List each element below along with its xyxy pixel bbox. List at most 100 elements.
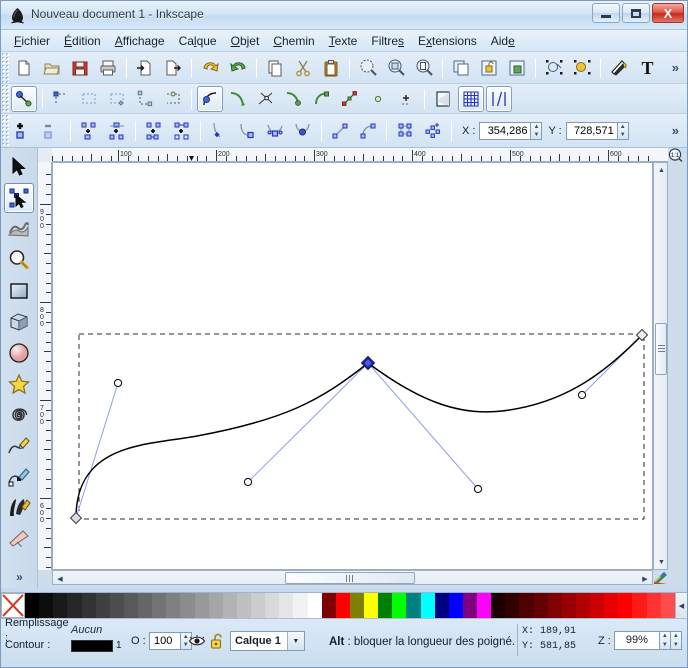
toolbar-grip[interactable] xyxy=(1,52,10,83)
node-x-stepper[interactable]: ▲ ▼ xyxy=(531,121,543,140)
snap-cusp-nodes-button[interactable] xyxy=(281,86,307,112)
object-to-path-button[interactable] xyxy=(392,118,418,144)
color-palette[interactable]: ◀ xyxy=(1,592,687,618)
snap-guides-button[interactable] xyxy=(486,85,512,112)
ungroup-button[interactable] xyxy=(569,55,595,81)
scroll-up-icon[interactable]: ▲ xyxy=(654,163,669,177)
palette-swatch[interactable] xyxy=(251,593,266,618)
stroke-to-path-button[interactable] xyxy=(420,118,446,144)
cut-button[interactable] xyxy=(290,55,316,81)
commands-toolbar-overflow[interactable]: » xyxy=(672,60,679,75)
break-path-button[interactable] xyxy=(76,118,102,144)
palette-swatch[interactable] xyxy=(604,593,619,618)
stroke-color-swatch[interactable] xyxy=(71,639,113,652)
node-x-input[interactable]: 354,286 xyxy=(479,121,532,140)
zoom-stepper-1[interactable]: ▲ ▼ xyxy=(659,631,671,650)
fill-stroke-dialog-button[interactable] xyxy=(606,55,632,81)
palette-swatch[interactable] xyxy=(265,593,280,618)
stepper-down-icon[interactable]: ▼ xyxy=(618,131,628,139)
make-auto-node-button[interactable] xyxy=(290,118,316,144)
scroll-right-icon[interactable]: ▶ xyxy=(638,571,652,586)
palette-swatch[interactable] xyxy=(321,593,336,618)
palette-swatch[interactable] xyxy=(180,593,195,618)
menu-extensions[interactable]: Extensions xyxy=(411,32,484,50)
node-y-stepper[interactable]: ▲ ▼ xyxy=(617,121,629,140)
layer-visibility-toggle[interactable] xyxy=(187,631,207,651)
new-document-button[interactable] xyxy=(11,55,37,81)
unlink-clone-button[interactable] xyxy=(504,55,530,81)
palette-swatch[interactable] xyxy=(208,593,223,618)
horizontal-scroll-thumb[interactable] xyxy=(285,572,415,584)
palette-swatch[interactable] xyxy=(236,593,251,618)
stepper-down-icon[interactable]: ▼ xyxy=(671,641,681,650)
export-button[interactable] xyxy=(160,55,186,81)
zoom-stepper-2[interactable]: ▲ ▼ xyxy=(670,631,682,650)
palette-swatch[interactable] xyxy=(293,593,308,618)
enable-snapping-button[interactable] xyxy=(11,85,37,112)
palette-swatch[interactable] xyxy=(138,593,153,618)
rectangle-tool[interactable] xyxy=(4,276,34,306)
layer-selector[interactable]: Calque 1 ▼ xyxy=(230,631,305,651)
insert-node-button[interactable] xyxy=(11,118,37,144)
open-document-button[interactable] xyxy=(39,55,65,81)
palette-swatch[interactable] xyxy=(561,593,576,618)
snap-object-centers-button[interactable] xyxy=(365,86,391,112)
stepper-up-icon[interactable]: ▲ xyxy=(618,123,628,131)
palette-swatch[interactable] xyxy=(152,593,167,618)
palette-swatch[interactable] xyxy=(547,593,562,618)
chevron-down-icon[interactable]: ▼ xyxy=(286,632,304,650)
palette-swatch[interactable] xyxy=(448,593,463,618)
menu-fichier[interactable]: Fichier xyxy=(7,32,57,50)
paste-button[interactable] xyxy=(318,55,344,81)
stepper-down-icon[interactable]: ▼ xyxy=(531,131,541,139)
delete-node-button[interactable] xyxy=(39,118,65,144)
stepper-up-icon[interactable]: ▲ xyxy=(671,632,681,641)
snap-path-button[interactable] xyxy=(225,86,251,112)
menu-texte[interactable]: Texte xyxy=(322,32,365,50)
pencil-tool[interactable] xyxy=(4,431,34,461)
calligraphy-tool[interactable] xyxy=(4,493,34,523)
minimize-button[interactable] xyxy=(592,3,620,23)
palette-swatch[interactable] xyxy=(378,593,393,618)
palette-swatch[interactable] xyxy=(349,593,364,618)
snap-bbox-edge-midpoints-button[interactable] xyxy=(132,86,158,112)
snap-smooth-nodes-button[interactable] xyxy=(309,86,335,112)
palette-swatch[interactable] xyxy=(25,593,40,618)
tweak-tool[interactable] xyxy=(4,214,34,244)
spiral-tool[interactable] xyxy=(4,400,34,430)
palette-swatch[interactable] xyxy=(660,593,675,618)
menu-aide[interactable]: Aide xyxy=(484,32,522,50)
tool-box-more-button[interactable]: » xyxy=(1,570,38,584)
fill-indicator[interactable]: Remplissage : Aucun xyxy=(5,617,129,644)
group-button[interactable] xyxy=(541,55,567,81)
zoom-drawing-button[interactable] xyxy=(383,55,409,81)
palette-swatch[interactable] xyxy=(575,593,590,618)
palette-swatch[interactable] xyxy=(462,593,477,618)
menu-edition[interactable]: Édition xyxy=(57,32,108,50)
palette-swatch[interactable] xyxy=(392,593,407,618)
palette-none-swatch[interactable] xyxy=(1,593,25,618)
scroll-down-icon[interactable]: ▼ xyxy=(654,555,669,569)
palette-swatch[interactable] xyxy=(67,593,82,618)
layer-lock-toggle[interactable] xyxy=(207,631,227,651)
stroke-indicator[interactable]: Contour : 1 xyxy=(5,638,129,653)
color-managed-view-button[interactable] xyxy=(653,570,668,585)
palette-swatch[interactable] xyxy=(307,593,322,618)
node-editor-tool[interactable] xyxy=(4,183,34,213)
make-corner-node-button[interactable] xyxy=(206,118,232,144)
bezier-pen-tool[interactable] xyxy=(4,462,34,492)
palette-swatch[interactable] xyxy=(632,593,647,618)
palette-swatch[interactable] xyxy=(434,593,449,618)
palette-swatch[interactable] xyxy=(222,593,237,618)
node-y-spinner[interactable]: 728,571 ▲ ▼ xyxy=(565,121,629,140)
star-tool[interactable] xyxy=(4,369,34,399)
palette-swatch[interactable] xyxy=(109,593,124,618)
duplicate-button[interactable] xyxy=(448,55,474,81)
horizontal-ruler[interactable]: 100 200 300 400 500 600 xyxy=(38,148,668,162)
join-nodes-button[interactable] xyxy=(104,118,130,144)
node-y-input[interactable]: 728,571 xyxy=(565,121,618,140)
close-button[interactable]: X xyxy=(652,3,684,23)
palette-swatch[interactable] xyxy=(519,593,534,618)
palette-swatch[interactable] xyxy=(533,593,548,618)
palette-swatch[interactable] xyxy=(505,593,520,618)
